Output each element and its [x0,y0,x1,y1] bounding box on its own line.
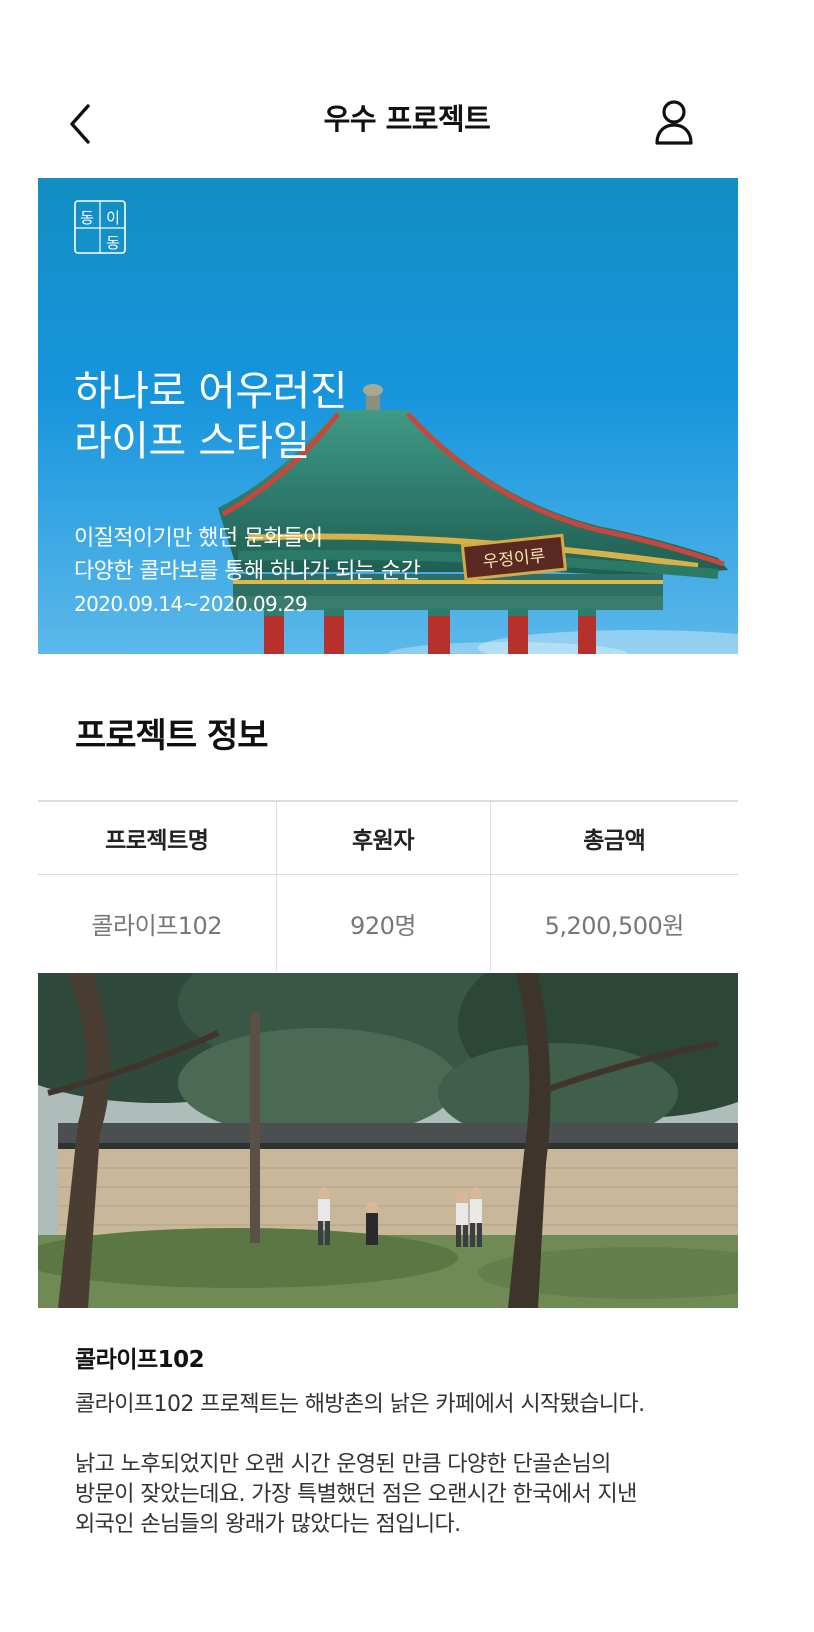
column-header-total-amount: 총금액 [489,800,738,875]
cell-supporters: 920명 [275,874,490,971]
cell-project-name: 콜라이프102 [91,911,223,940]
post-paragraph-1-line-1: 콜라이프102 프로젝트는 해방촌의 낡은 카페에서 시작됐습니다. [75,1392,645,1417]
hero-date-range: 2020.09.14~2020.09.29 [74,592,308,616]
table-header-row: 프로젝트명 후원자 총금액 [38,800,738,875]
post-paragraph-2-line-3: 외국인 손님들의 왕래가 많았다는 점입니다. [75,1512,461,1537]
profile-button[interactable] [652,98,696,148]
post-body: 콜라이프102 프로젝트는 해방촌의 낡은 카페에서 시작됐습니다. 낡고 노후… [75,1390,735,1570]
hero-description: 이질적이기만 했던 문화들이 다양한 콜라보를 통해 하나가 되는 순간 [74,522,421,588]
column-header-supporters: 후원자 [275,800,490,875]
palace-wall-scene [38,973,738,1308]
svg-text:동: 동 [80,209,94,227]
post-paragraph-2-line-1: 낡고 노후되었지만 오랜 시간 운영된 만큼 다양한 단골손님의 [75,1452,611,1477]
brand-logo: 동 이 동 [74,200,126,254]
project-photo [38,973,738,1308]
hero-description-line-1: 이질적이기만 했던 문화들이 [74,526,323,551]
column-header-project-name: 프로젝트명 [38,800,276,875]
hero-headline: 하나로 어우러진 라이프 스타일 [74,366,348,466]
post-paragraph-2: 낡고 노후되었지만 오랜 시간 운영된 만큼 다양한 단골손님의 방문이 잦았는… [75,1450,735,1540]
svg-text:동: 동 [106,234,120,252]
svg-text:이: 이 [106,209,120,227]
post-paragraph-2-line-2: 방문이 잦았는데요. 가장 특별했던 점은 오랜시간 한국에서 지낸 [75,1482,637,1507]
table-row: 콜라이프102 920명 5,200,500원 [38,874,738,971]
user-icon [655,100,693,145]
hero-banner[interactable]: 우정이루 동 이 동 하나로 어우러진 라이프 스타일 이질적이기만 했던 문화… [38,178,738,654]
cell-total-amount: 5,200,500원 [489,874,738,971]
post-title: 콜라이프102 [75,1347,205,1373]
hero-description-line-2: 다양한 콜라보를 통해 하나가 되는 순간 [74,559,421,584]
post-paragraph-1: 콜라이프102 프로젝트는 해방촌의 낡은 카페에서 시작됐습니다. [75,1390,735,1420]
hero-headline-line-1: 하나로 어우러진 [74,367,348,415]
section-title-project-info: 프로젝트 정보 [75,716,269,756]
project-info-table: 프로젝트명 후원자 총금액 콜라이프102 920명 5,200,500원 [38,800,738,971]
app-header: 우수 프로젝트 [0,0,814,170]
hero-headline-line-2: 라이프 스타일 [74,417,310,465]
